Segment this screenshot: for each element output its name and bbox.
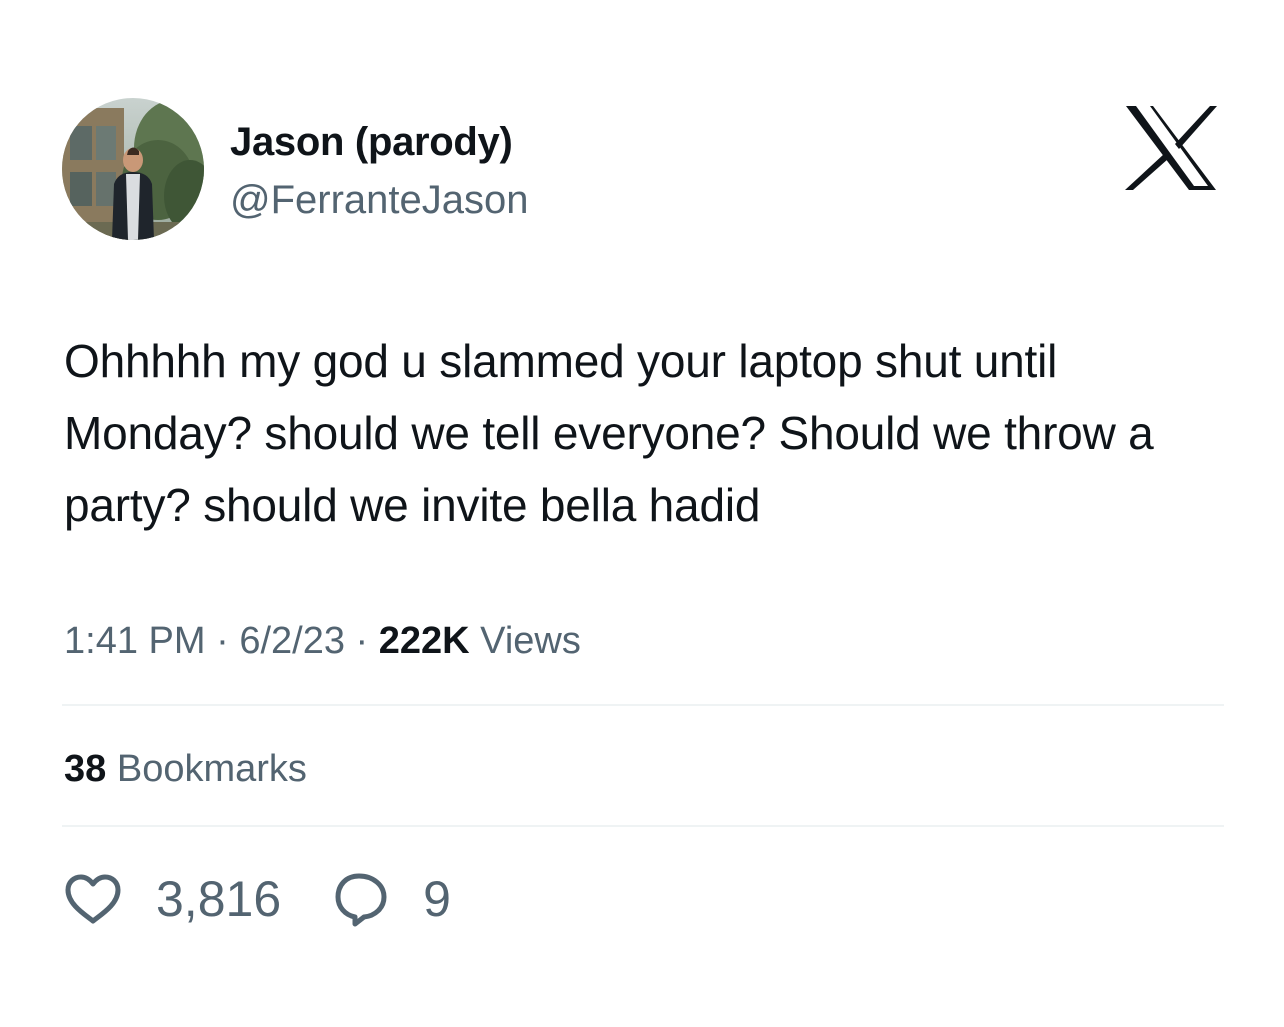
like-button[interactable]: 3,816 [64, 870, 281, 928]
tweet-date[interactable]: 6/2/23 [239, 620, 345, 662]
reply-button[interactable]: 9 [333, 870, 451, 928]
views-count[interactable]: 222K [379, 620, 470, 662]
divider [62, 704, 1224, 706]
reply-count: 9 [423, 871, 451, 927]
tweet-actions: 3,816 9 [64, 866, 451, 932]
tweet-card: Jason (parody) @FerranteJason Ohhhhh my … [0, 0, 1284, 1027]
heart-icon [64, 873, 122, 925]
tweet-text: Ohhhhh my god u slammed your laptop shut… [64, 335, 1154, 531]
bookmarks-count: 38 [64, 748, 107, 790]
reply-bubble-icon [333, 871, 389, 927]
like-count: 3,816 [156, 871, 282, 927]
bookmarks-label: Bookmarks [116, 748, 307, 790]
divider [62, 825, 1224, 827]
avatar[interactable] [62, 98, 204, 240]
meta-separator: · [216, 620, 229, 662]
author-display-name[interactable]: Jason (parody) [230, 118, 513, 166]
bookmarks-stat[interactable]: 38 Bookmarks [64, 744, 307, 794]
avatar-photo [62, 98, 204, 240]
views-label: Views [480, 620, 581, 662]
x-logo-icon[interactable] [1122, 104, 1220, 192]
meta-separator: · [355, 620, 369, 662]
author-handle[interactable]: @FerranteJason [230, 176, 529, 224]
tweet-time[interactable]: 1:41 PM [64, 620, 206, 662]
tweet-meta: 1:41 PM · 6/2/23 · 222K Views [64, 616, 581, 666]
